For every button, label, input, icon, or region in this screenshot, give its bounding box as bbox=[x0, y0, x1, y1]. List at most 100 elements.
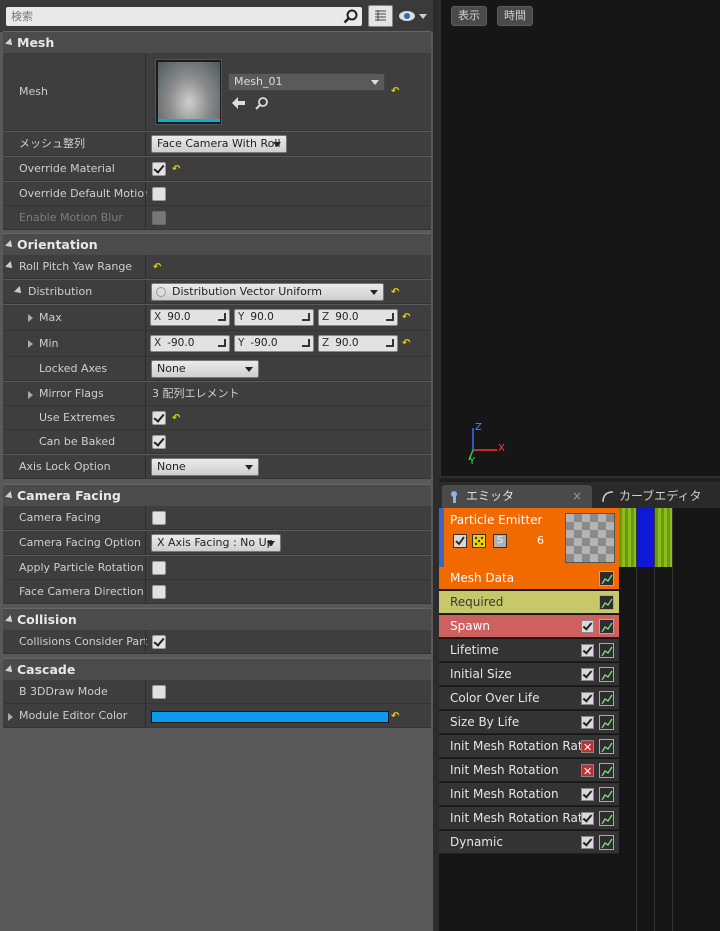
preview-viewport[interactable]: 表示 時間 Z X Y bbox=[439, 0, 720, 478]
module-row[interactable]: Initial Size bbox=[439, 663, 619, 686]
module-enable-checkbox[interactable] bbox=[581, 716, 594, 729]
category-cascade[interactable]: Cascade bbox=[3, 658, 431, 680]
camera-facing-option-combo[interactable]: X Axis Facing : No Up bbox=[151, 534, 281, 552]
tab-emitter[interactable]: エミッタ × bbox=[442, 485, 592, 508]
arrow-left-icon[interactable] bbox=[232, 97, 246, 109]
min-z-field[interactable]: Z 90.0 bbox=[318, 335, 398, 352]
category-orientation[interactable]: Orientation bbox=[3, 233, 431, 255]
column-separator[interactable] bbox=[145, 382, 146, 405]
distribution-combo[interactable]: Distribution Vector Uniform bbox=[151, 283, 384, 301]
module-enable-checkbox[interactable] bbox=[581, 788, 594, 801]
reset-to-default-icon[interactable]: ↶ bbox=[402, 313, 412, 323]
locked-axes-combo[interactable]: None bbox=[151, 360, 259, 378]
column-separator[interactable] bbox=[145, 53, 146, 130]
module-row[interactable]: Init Mesh Rotation Rate bbox=[439, 807, 619, 830]
column-separator[interactable] bbox=[145, 506, 146, 529]
module-enable-checkbox[interactable] bbox=[581, 644, 594, 657]
column-separator[interactable] bbox=[145, 630, 146, 653]
max-z-field[interactable]: Z 90.0 bbox=[318, 309, 398, 326]
module-row[interactable]: Dynamic bbox=[439, 831, 619, 854]
curve-graph-icon[interactable] bbox=[599, 571, 614, 586]
max-y-field[interactable]: Y 90.0 bbox=[234, 309, 314, 326]
column-separator[interactable] bbox=[145, 531, 146, 554]
reset-to-default-icon[interactable]: ↶ bbox=[172, 165, 182, 175]
column-separator[interactable] bbox=[145, 680, 146, 703]
close-icon[interactable]: × bbox=[572, 485, 582, 507]
category-mesh[interactable]: Mesh bbox=[3, 31, 431, 53]
time-button[interactable]: 時間 bbox=[497, 6, 533, 26]
column-separator[interactable] bbox=[145, 280, 146, 303]
module-enable-checkbox[interactable] bbox=[581, 812, 594, 825]
curve-graph-icon[interactable] bbox=[599, 715, 614, 730]
expanded-arrow-icon[interactable] bbox=[5, 261, 15, 271]
curve-graph-icon[interactable] bbox=[599, 643, 614, 658]
show-button[interactable]: 表示 bbox=[451, 6, 487, 26]
module-enable-checkbox[interactable] bbox=[581, 836, 594, 849]
mesh-alignment-combo[interactable]: Face Camera With Roll bbox=[151, 135, 287, 153]
module-row[interactable]: Spawn bbox=[439, 615, 619, 638]
mesh-thumbnail[interactable] bbox=[155, 59, 222, 125]
module-row[interactable]: Mesh Data bbox=[439, 567, 619, 590]
search-icon[interactable] bbox=[343, 9, 358, 24]
column-separator[interactable] bbox=[145, 331, 146, 356]
column-separator[interactable] bbox=[145, 132, 146, 155]
magnify-icon[interactable] bbox=[255, 96, 269, 110]
reset-to-default-icon[interactable]: ↶ bbox=[153, 263, 163, 273]
expand-arrow-icon[interactable] bbox=[28, 340, 33, 348]
category-collision[interactable]: Collision bbox=[3, 608, 431, 630]
curve-graph-icon[interactable] bbox=[599, 619, 614, 634]
column-separator[interactable] bbox=[145, 704, 146, 727]
camera-facing-checkbox[interactable] bbox=[152, 511, 166, 525]
curve-graph-icon[interactable] bbox=[599, 763, 614, 778]
editor-color-swatch[interactable] bbox=[151, 711, 389, 723]
column-separator[interactable] bbox=[145, 556, 146, 579]
curve-graph-icon[interactable] bbox=[599, 787, 614, 802]
can-be-baked-checkbox[interactable] bbox=[152, 435, 166, 449]
render-mode-icon[interactable] bbox=[472, 534, 486, 548]
max-x-field[interactable]: X 90.0 bbox=[150, 309, 230, 326]
reset-to-default-icon[interactable]: ↶ bbox=[391, 712, 401, 722]
min-y-field[interactable]: Y -90.0 bbox=[234, 335, 314, 352]
curve-graph-icon[interactable] bbox=[599, 739, 614, 754]
solo-button[interactable]: S bbox=[493, 534, 507, 548]
module-row[interactable]: Size By Life bbox=[439, 711, 619, 734]
module-disabled-checkbox[interactable] bbox=[581, 760, 594, 781]
curve-graph-icon[interactable] bbox=[599, 691, 614, 706]
curve-graph-icon[interactable] bbox=[599, 835, 614, 850]
face-direction-checkbox[interactable] bbox=[152, 585, 166, 599]
column-separator[interactable] bbox=[145, 206, 146, 229]
use-extremes-checkbox[interactable] bbox=[152, 411, 166, 425]
module-row[interactable]: Color Over Life bbox=[439, 687, 619, 710]
reset-to-default-icon[interactable]: ↶ bbox=[172, 414, 182, 424]
curve-graph-icon[interactable] bbox=[599, 595, 614, 610]
reset-to-default-icon[interactable]: ↶ bbox=[391, 288, 401, 298]
apply-rotation-checkbox[interactable] bbox=[152, 561, 166, 575]
override-material-checkbox[interactable] bbox=[152, 162, 166, 176]
expand-arrow-icon[interactable] bbox=[28, 391, 33, 399]
column-separator[interactable] bbox=[145, 580, 146, 603]
emitter-header[interactable]: Particle Emitter S 6 bbox=[439, 508, 619, 567]
column-separator[interactable] bbox=[145, 430, 146, 453]
module-row[interactable]: Init Mesh Rotation Rate bbox=[439, 735, 619, 758]
column-separator[interactable] bbox=[145, 157, 146, 180]
curve-graph-icon[interactable] bbox=[599, 811, 614, 826]
column-separator[interactable] bbox=[145, 182, 146, 205]
column-separator[interactable] bbox=[145, 455, 146, 478]
module-enable-checkbox[interactable] bbox=[581, 692, 594, 705]
column-separator[interactable] bbox=[145, 305, 146, 330]
column-separator[interactable] bbox=[145, 406, 146, 429]
module-enable-checkbox[interactable] bbox=[581, 668, 594, 681]
reset-to-default-icon[interactable]: ↶ bbox=[402, 339, 412, 349]
expand-arrow-icon[interactable] bbox=[28, 314, 33, 322]
module-disabled-checkbox[interactable] bbox=[581, 736, 594, 757]
emitter-enable-checkbox[interactable] bbox=[453, 534, 467, 548]
visibility-button[interactable] bbox=[397, 7, 429, 25]
module-row[interactable]: Init Mesh Rotation bbox=[439, 783, 619, 806]
collisions-consider-checkbox[interactable] bbox=[152, 635, 166, 649]
grid-view-button[interactable] bbox=[368, 5, 393, 27]
column-header-blue[interactable] bbox=[637, 508, 654, 567]
module-row[interactable]: Init Mesh Rotation bbox=[439, 759, 619, 782]
emitter-thumbnail[interactable] bbox=[565, 513, 615, 563]
axis-lock-combo[interactable]: None bbox=[151, 458, 259, 476]
module-row[interactable]: Required bbox=[439, 591, 619, 614]
